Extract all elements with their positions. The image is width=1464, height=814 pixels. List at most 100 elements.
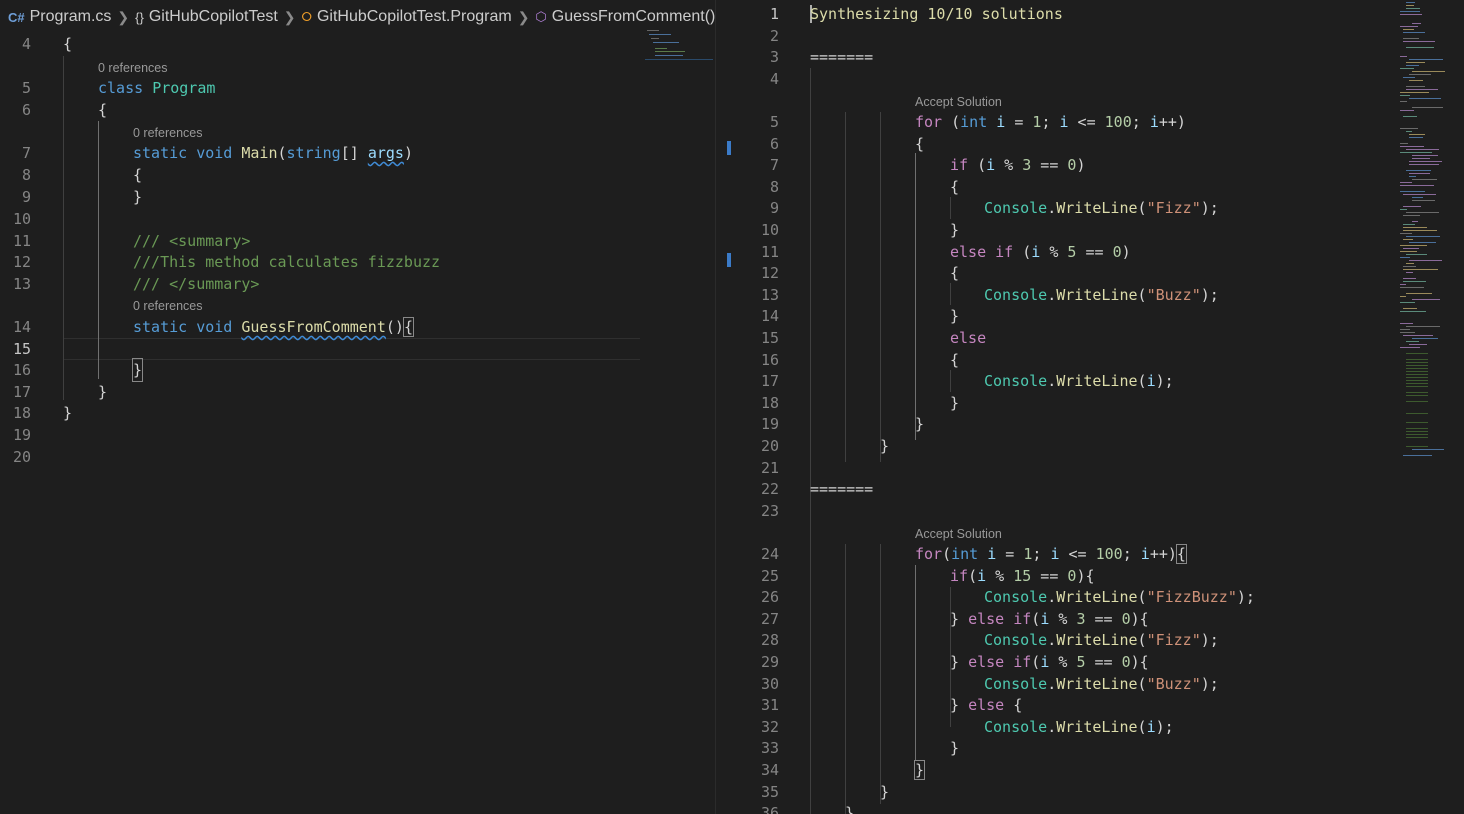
code-line[interactable]: 28 Console.WriteLine("Fizz"); [732, 629, 1219, 651]
minimap-line [1403, 32, 1425, 33]
number: 0 [1121, 653, 1131, 671]
minimap-line [1403, 116, 1417, 117]
minimap[interactable] [645, 28, 713, 68]
minimap-line [1403, 38, 1419, 39]
line-number: 15 [760, 329, 779, 347]
code-line[interactable]: 18 } [732, 392, 959, 414]
breadcrumb-class[interactable]: ⭘ GitHubCopilotTest.Program [302, 8, 512, 26]
chevron-right-icon: ❯ [283, 8, 296, 25]
code-line[interactable]: 5 for (int i = 1; i <= 100; i++) [732, 111, 1186, 133]
minimap-line [1406, 353, 1428, 354]
number: 1 [1032, 113, 1042, 131]
copilot-solutions-panel[interactable]: 1 Synthesizing 10/10 solutions 2 3 =====… [732, 0, 1464, 814]
code-line[interactable]: 12 { [732, 262, 959, 284]
breadcrumb-file[interactable]: C# Program.cs [0, 8, 111, 26]
minimap-line [1403, 278, 1416, 279]
code-line[interactable]: 10 [0, 208, 36, 230]
string: "Buzz" [1146, 286, 1201, 304]
code-line[interactable]: 5 class Program [0, 77, 215, 99]
code-line[interactable]: 26 Console.WriteLine("FizzBuzz"); [732, 586, 1255, 608]
method-name: WriteLine [1056, 588, 1138, 606]
code-line[interactable]: 15 [0, 338, 36, 360]
minimap[interactable] [1392, 2, 1458, 457]
minimap-line [1409, 176, 1416, 177]
code-line[interactable]: 9 Console.WriteLine("Fizz"); [732, 197, 1219, 219]
code-line[interactable]: 1 Synthesizing 10/10 solutions [732, 3, 1063, 25]
code-lens-references[interactable]: 0 references [98, 59, 167, 77]
code-line[interactable]: 15 else [732, 327, 986, 349]
code-line[interactable]: 20 } [732, 435, 889, 457]
minimap-line [1400, 101, 1407, 102]
breadcrumb-method[interactable]: ⬡ GuessFromComment() [535, 8, 715, 26]
code-line[interactable]: 8 { [0, 164, 142, 186]
code-line[interactable]: 4 [732, 68, 779, 90]
minimap-line [1406, 62, 1425, 63]
editor-split-divider[interactable] [715, 0, 733, 814]
code-lens-references[interactable]: 0 references [133, 124, 202, 142]
method-name: WriteLine [1056, 631, 1138, 649]
code-line[interactable]: 10 } [732, 219, 959, 241]
code-line[interactable]: 4 { [0, 33, 72, 55]
minimap-line [1400, 233, 1412, 234]
code-line[interactable]: 13 Console.WriteLine("Buzz"); [732, 284, 1219, 306]
code-line[interactable]: 2 [732, 25, 779, 47]
code-line[interactable]: 25 if(i % 15 == 0){ [732, 565, 1095, 587]
code-line[interactable]: 17 } [0, 381, 107, 403]
code-line[interactable]: 14 static void GuessFromComment(){ [0, 316, 414, 338]
line-number: 10 [12, 210, 31, 228]
breadcrumb-namespace[interactable]: {} GitHubCopilotTest [135, 8, 278, 26]
code-line[interactable]: 35 } [732, 781, 889, 803]
code-line[interactable]: 19 } [732, 413, 924, 435]
matching-brace: } [131, 358, 144, 382]
minimap-line [1406, 437, 1428, 438]
code-line[interactable]: 12 ///This method calculates fizzbuzz [0, 251, 440, 273]
code-line[interactable]: 16 { [732, 349, 959, 371]
solution-separator: ======= [810, 480, 874, 498]
code-line[interactable]: 9 } [0, 186, 142, 208]
code-line[interactable]: 3 ======= [732, 46, 873, 68]
code-line[interactable]: 33 } [732, 737, 959, 759]
class-name: Program [152, 79, 216, 97]
code-line[interactable]: 6 { [0, 99, 107, 121]
code-line[interactable]: 23 [732, 500, 779, 522]
minimap-line [1406, 293, 1432, 294]
code-line[interactable]: 16 } [0, 358, 144, 382]
left-editor[interactable]: C# Program.cs ❯ {} GitHubCopilotTest ❯ ⭘… [0, 0, 715, 814]
code-line[interactable]: 17 Console.WriteLine(i); [732, 370, 1174, 392]
code-line[interactable]: 8 { [732, 176, 959, 198]
line-number: 23 [760, 502, 779, 520]
code-line[interactable]: 19 [0, 424, 36, 446]
code-line[interactable]: 31 } else { [732, 694, 1022, 716]
code-line[interactable]: 7 if (i % 3 == 0) [732, 154, 1086, 176]
accept-solution-button[interactable]: Accept Solution [915, 93, 1002, 111]
code-line[interactable]: 24 for(int i = 1; i <= 100; i++){ [732, 543, 1187, 565]
code-line[interactable]: 27 } else if(i % 3 == 0){ [732, 608, 1149, 630]
minimap-line [1406, 254, 1427, 255]
line-number: 21 [760, 459, 779, 477]
code-line[interactable]: 20 [0, 446, 36, 468]
code-line[interactable]: 13 /// </summary> [0, 273, 260, 295]
code-line[interactable]: 11 /// <summary> [0, 230, 250, 252]
minimap-line [1406, 212, 1439, 213]
code-line[interactable]: 11 else if (i % 5 == 0) [732, 241, 1131, 263]
code-line[interactable]: 22 ======= [732, 478, 873, 500]
code-line[interactable]: 6 { [732, 133, 924, 155]
code-line[interactable]: 18 } [0, 402, 72, 424]
number: 100 [1104, 113, 1132, 131]
code-line[interactable]: 7 static void Main(string[] args) [0, 142, 413, 164]
code-text: } [63, 404, 73, 422]
accept-solution-button[interactable]: Accept Solution [915, 525, 1002, 543]
code-line[interactable]: 36 } [732, 802, 854, 814]
code-line[interactable]: 29 } else if(i % 5 == 0){ [732, 651, 1149, 673]
minimap-line [1400, 302, 1415, 303]
code-line[interactable]: 32 Console.WriteLine(i); [732, 716, 1174, 738]
code-line[interactable]: 30 Console.WriteLine("Buzz"); [732, 673, 1219, 695]
minimap-line [1403, 266, 1416, 267]
minimap-line [1406, 386, 1428, 387]
code-line[interactable]: 34 } [732, 759, 926, 781]
code-line[interactable]: 14 } [732, 305, 959, 327]
minimap-line [1400, 68, 1414, 69]
code-lens-references[interactable]: 0 references [133, 297, 202, 315]
code-line[interactable]: 21 [732, 457, 779, 479]
minimap-line [1400, 11, 1420, 12]
